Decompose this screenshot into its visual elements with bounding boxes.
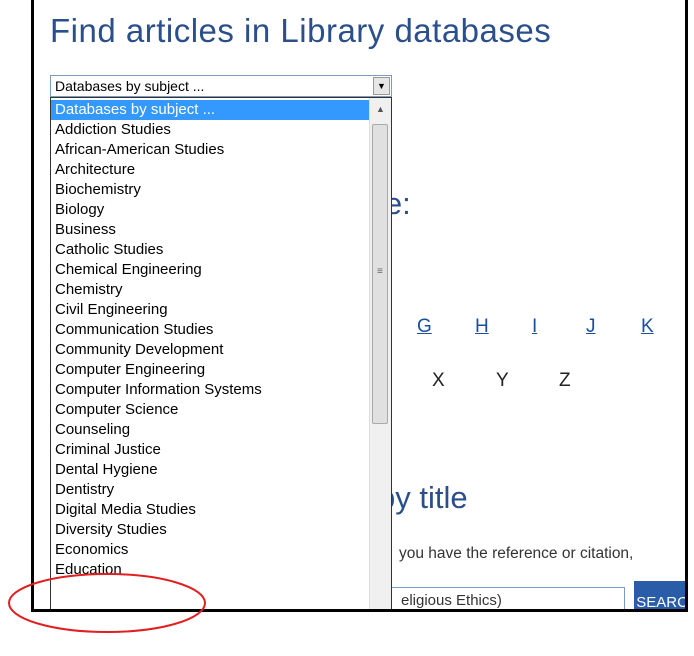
subject-option[interactable]: Diversity Studies: [51, 520, 369, 540]
subject-option[interactable]: Biochemistry: [51, 180, 369, 200]
subject-option[interactable]: Addiction Studies: [51, 120, 369, 140]
letter-link-h[interactable]: H: [475, 316, 489, 338]
subject-option[interactable]: Counseling: [51, 420, 369, 440]
subject-option[interactable]: Dental Hygiene: [51, 460, 369, 480]
subject-option[interactable]: Computer Engineering: [51, 360, 369, 380]
subject-options: Databases by subject ... Addiction Studie…: [51, 100, 369, 580]
chevron-down-icon[interactable]: ▼: [373, 77, 390, 95]
letter-link-k[interactable]: K: [641, 316, 654, 338]
subject-option[interactable]: Community Development: [51, 340, 369, 360]
subject-option[interactable]: Business: [51, 220, 369, 240]
search-button[interactable]: SEARCH: [634, 581, 685, 609]
subject-option[interactable]: Criminal Justice: [51, 440, 369, 460]
subject-option[interactable]: Digital Media Studies: [51, 500, 369, 520]
page-title: Find articles in Library databases: [50, 12, 552, 49]
subject-option[interactable]: Dentistry: [51, 480, 369, 500]
subject-option[interactable]: Computer Information Systems: [51, 380, 369, 400]
subject-select[interactable]: Databases by subject ... ▼: [50, 75, 392, 97]
subject-select-value: Databases by subject ...: [55, 78, 205, 94]
scroll-up-arrow-icon[interactable]: ▲: [370, 100, 391, 118]
subject-option[interactable]: Computer Science: [51, 400, 369, 420]
scrollbar-thumb[interactable]: ≡: [372, 124, 388, 424]
subject-option[interactable]: Biology: [51, 200, 369, 220]
letter-link-j[interactable]: J: [586, 316, 596, 338]
subject-option[interactable]: African-American Studies: [51, 140, 369, 160]
subject-option[interactable]: Architecture: [51, 160, 369, 180]
subject-option[interactable]: Catholic Studies: [51, 240, 369, 260]
title-search-input[interactable]: eligious Ethics): [390, 587, 625, 609]
letter-z: Z: [559, 370, 571, 391]
letter-link-g[interactable]: G: [417, 316, 432, 338]
subject-option[interactable]: Economics: [51, 540, 369, 560]
letter-link-i[interactable]: I: [532, 316, 537, 338]
scroll-grip-icon: ≡: [377, 266, 383, 277]
letter-x: X: [432, 370, 445, 391]
subject-option[interactable]: Chemical Engineering: [51, 260, 369, 280]
red-annotation-circle: [8, 573, 206, 633]
help-text: you have the reference or citation,: [399, 545, 634, 562]
dropdown-scrollbar[interactable]: ▲ ≡: [369, 98, 391, 609]
subject-option[interactable]: Communication Studies: [51, 320, 369, 340]
subject-option[interactable]: Chemistry: [51, 280, 369, 300]
subject-option[interactable]: Databases by subject ...: [51, 100, 369, 120]
subject-option[interactable]: Civil Engineering: [51, 300, 369, 320]
page-frame: Find articles in Library databases le: G…: [31, 0, 688, 612]
subject-dropdown-list[interactable]: Databases by subject ... Addiction Studie…: [50, 97, 392, 609]
letter-y: Y: [496, 370, 509, 391]
